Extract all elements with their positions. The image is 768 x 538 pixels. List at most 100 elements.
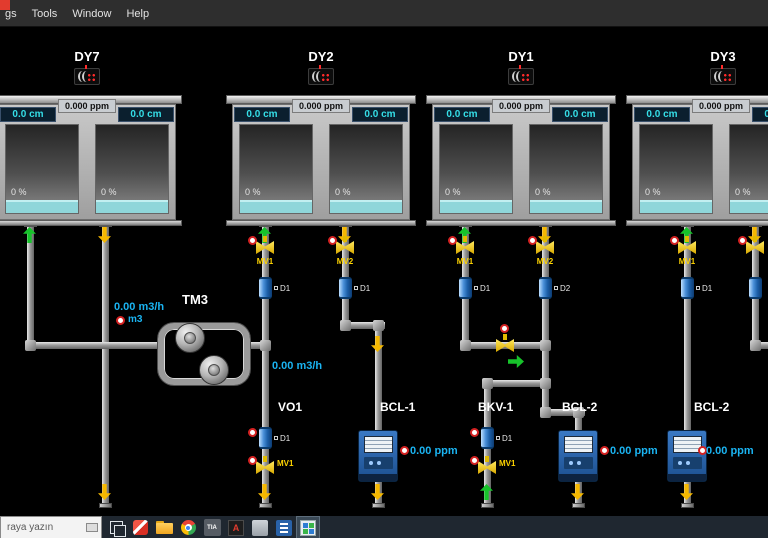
pressure-gauge-icon — [738, 236, 747, 245]
flow-arrow-down — [680, 484, 693, 500]
flow-meter-d1-dy3[interactable] — [681, 277, 694, 299]
gas-detector-icon[interactable] — [74, 65, 100, 85]
menu-bar: gs Tools Window Help — [0, 0, 768, 27]
flow-meter-dy3-right[interactable] — [749, 277, 762, 299]
flow-meter-d1-dy1[interactable] — [459, 277, 472, 299]
tank-window-left: 0 % — [5, 124, 79, 214]
pipe-joint — [340, 320, 351, 331]
level-percent: 0 % — [535, 187, 551, 197]
tank-window-right: 0 % — [329, 124, 403, 214]
valve-stem — [543, 236, 547, 242]
tank-window-left: 0 % — [639, 124, 713, 214]
analyzer-screen — [364, 436, 393, 453]
level-percent: 0 % — [735, 187, 751, 197]
menu-item-gs[interactable]: gs — [5, 8, 17, 20]
blue-app-icon — [276, 519, 292, 536]
analyzer-bcl2-mid[interactable] — [558, 430, 598, 482]
analyzer-panel — [564, 457, 593, 469]
gas-detector-icon[interactable] — [308, 65, 334, 85]
menu-item-help[interactable]: Help — [126, 8, 149, 20]
level-percent: 0 % — [245, 187, 261, 197]
meter-label: D2 — [554, 284, 570, 293]
detector-dots — [723, 73, 732, 82]
flow-arrow-down — [258, 484, 271, 500]
valve-label: MV1 — [256, 257, 274, 266]
tank-title-dy3: DY3 — [710, 49, 736, 64]
flow-arrow-down — [371, 484, 384, 500]
meter-label: D1 — [496, 434, 512, 443]
tank-dy7: 0.000 ppm 0.0 cm 0.0 cm 0 % 0 % — [0, 95, 182, 226]
taskbar-app-a[interactable]: A — [224, 516, 248, 538]
taskbar-app-red[interactable] — [128, 516, 152, 538]
valve-mv1-dy2[interactable] — [256, 235, 274, 254]
flow-meter-d1-dy2r[interactable] — [339, 277, 352, 299]
flow-meter-d1-dy2[interactable] — [259, 277, 272, 299]
keyboard-icon[interactable] — [86, 523, 98, 532]
pipe-cap — [259, 503, 272, 508]
taskbar-app-scada-active[interactable] — [296, 516, 320, 538]
tag-icon — [274, 436, 278, 440]
valve-line[interactable] — [496, 333, 514, 352]
analyzer-bcl1[interactable] — [358, 430, 398, 482]
tank-title-dy2: DY2 — [308, 49, 334, 64]
pressure-gauge-icon — [248, 236, 257, 245]
valve-dy3-right[interactable] — [746, 235, 764, 254]
taskbar-app-explorer[interactable] — [152, 516, 176, 538]
valve-label: MV1 — [499, 459, 516, 468]
analyzer-bcl2-right[interactable] — [667, 430, 707, 482]
level-percent: 0 % — [645, 187, 661, 197]
gas-detector-icon[interactable] — [710, 65, 736, 85]
gray-app-icon — [252, 519, 268, 536]
pressure-gauge-icon — [500, 324, 509, 333]
flow-meter-d1-vo1[interactable] — [259, 427, 272, 449]
flow-reading-out: 0.00 m3/h — [272, 360, 323, 372]
valve-body — [536, 241, 554, 254]
liquid — [440, 200, 512, 213]
valve-stem — [503, 334, 507, 340]
tank-title-dy7: DY7 — [74, 49, 100, 64]
pressure-gauge-icon — [600, 446, 609, 455]
valve-mv1-bkv[interactable] — [478, 455, 496, 474]
taskbar-app-tia[interactable]: TIA — [200, 516, 224, 538]
tank-base — [0, 220, 182, 226]
flow-arrow-down — [571, 484, 584, 500]
pump-1[interactable] — [175, 323, 205, 353]
valve-mv1-vo1[interactable] — [256, 455, 274, 474]
level-display-left: 0.0 cm — [434, 107, 490, 122]
detector-antenna — [519, 65, 521, 69]
pressure-gauge-icon — [528, 236, 537, 245]
flow-meter-d1-bkv[interactable] — [481, 427, 494, 449]
analyzer-button — [369, 461, 373, 465]
level-display-right: 0.0 cm — [752, 107, 768, 122]
valve-body — [746, 241, 764, 254]
task-view-icon[interactable] — [110, 521, 126, 537]
flow-meter-d2-dy1[interactable] — [539, 277, 552, 299]
scada-app-icon — [300, 519, 316, 536]
analyzer-base — [559, 474, 597, 481]
pipe-joint — [540, 340, 551, 351]
pump-2[interactable] — [199, 355, 229, 385]
menu-item-window[interactable]: Window — [72, 8, 111, 20]
tank-window-right: 0 % — [729, 124, 768, 214]
valve-mv2-dy2[interactable] — [336, 235, 354, 254]
valve-mv1-dy3[interactable] — [678, 235, 696, 254]
pipe-joint — [25, 340, 36, 351]
pressure-gauge-icon — [248, 428, 257, 437]
folder-icon — [155, 521, 173, 534]
pipe-cap — [572, 503, 585, 508]
tank-window-right: 0 % — [95, 124, 169, 214]
menu-item-tools[interactable]: Tools — [32, 8, 58, 20]
valve-mv2-dy1[interactable] — [536, 235, 554, 254]
valve-mv1-dy1[interactable] — [456, 235, 474, 254]
gas-detector-icon[interactable] — [508, 65, 534, 85]
taskbar-app-gray[interactable] — [248, 516, 272, 538]
meter-label: D1 — [696, 284, 712, 293]
level-display-left: 0.0 cm — [634, 107, 690, 122]
meter-label: D1 — [274, 434, 290, 443]
ppm-reading-bcl2-right: 0.00 ppm — [706, 445, 754, 457]
analyzer-button — [377, 461, 381, 465]
pipe-cap — [681, 503, 694, 508]
taskbar-app-blue[interactable] — [272, 516, 296, 538]
taskbar-app-chrome[interactable] — [176, 516, 200, 538]
tank-window-left: 0 % — [439, 124, 513, 214]
